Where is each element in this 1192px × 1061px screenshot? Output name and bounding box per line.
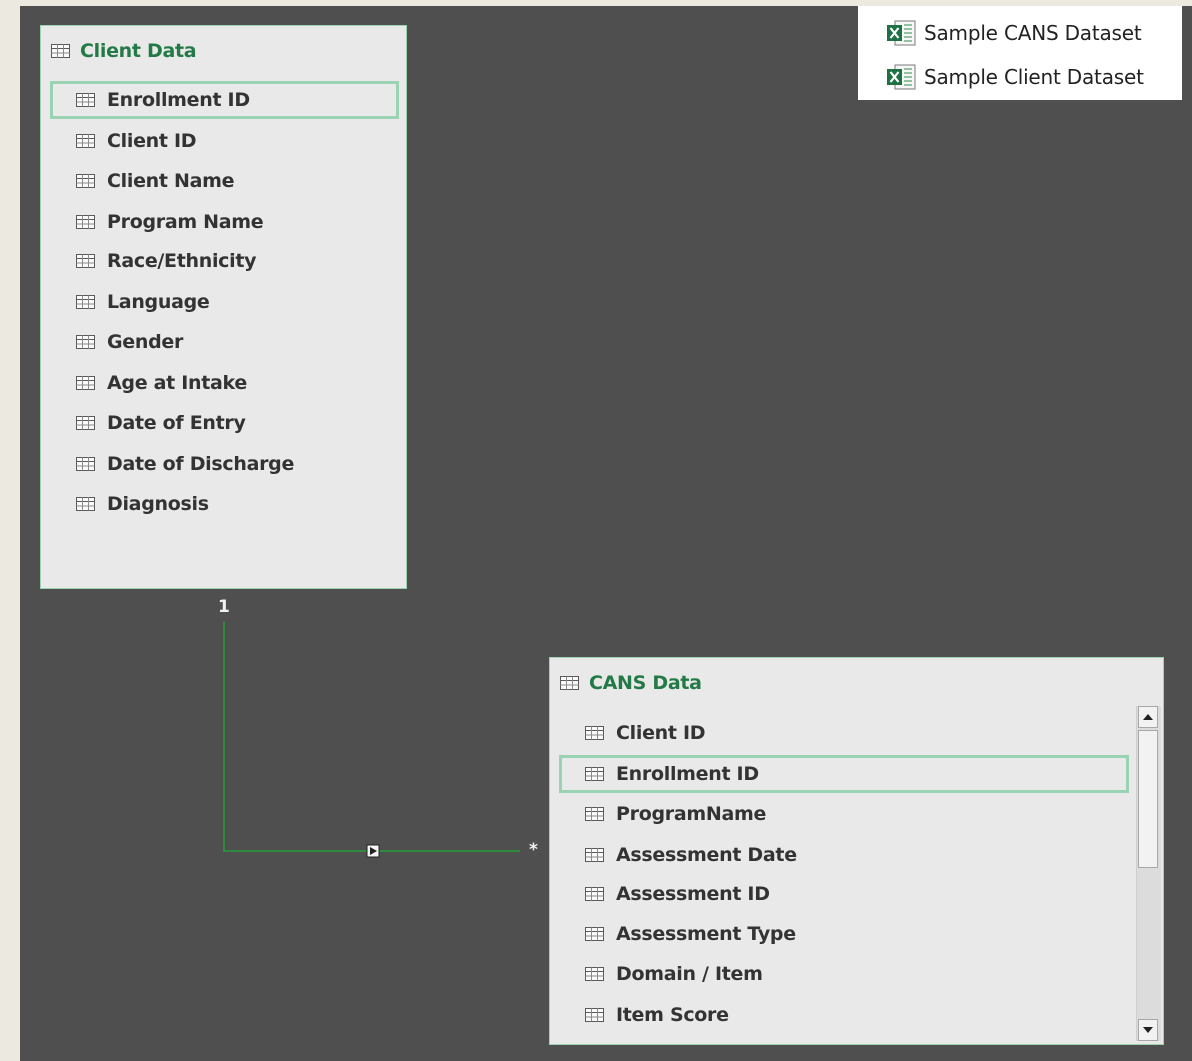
field-label: Domain / Item [616, 963, 763, 985]
field-label: Client ID [107, 130, 197, 152]
column-grid-icon [76, 416, 95, 430]
column-grid-icon [585, 887, 604, 901]
field-assessment-type[interactable]: Assessment Type [559, 916, 1129, 952]
column-grid-icon [585, 848, 604, 862]
field-label: ProgramName [616, 803, 767, 825]
field-label: Race/Ethnicity [107, 250, 257, 272]
field-race-ethnicity[interactable]: Race/Ethnicity [50, 243, 399, 279]
arrow-down-icon [1143, 1027, 1153, 1033]
field-client-id[interactable]: Client ID [559, 715, 1129, 751]
field-enrollment-id[interactable]: Enrollment ID [559, 755, 1129, 793]
field-label: Date of Discharge [107, 453, 295, 475]
table-grid-icon [560, 676, 579, 690]
field-gender[interactable]: Gender [50, 324, 399, 360]
excel-icon [887, 20, 916, 46]
column-grid-icon [76, 376, 95, 390]
column-grid-icon [585, 927, 604, 941]
client-data-table-title: Client Data [80, 40, 197, 62]
field-label: Assessment ID [616, 883, 770, 905]
field-assessment-date[interactable]: Assessment Date [559, 837, 1129, 873]
column-grid-icon [585, 726, 604, 740]
column-grid-icon [76, 497, 95, 511]
column-grid-icon [76, 335, 95, 349]
field-client-name[interactable]: Client Name [50, 163, 399, 199]
legend-item-client-dataset[interactable]: Sample Client Dataset [886, 62, 1144, 92]
legend-label: Sample Client Dataset [924, 65, 1144, 89]
field-label: Client Name [107, 170, 235, 192]
field-label: Item Score [616, 1004, 729, 1026]
field-label: Enrollment ID [107, 89, 250, 111]
field-domain-item[interactable]: Domain / Item [559, 956, 1129, 992]
vertical-scrollbar[interactable] [1136, 706, 1161, 1041]
column-grid-icon [585, 767, 604, 781]
column-grid-icon [76, 295, 95, 309]
field-client-id[interactable]: Client ID [50, 123, 399, 159]
column-grid-icon [76, 93, 95, 107]
field-label: Assessment Type [616, 923, 796, 945]
field-label: Client ID [616, 722, 706, 744]
relationship-one-label: 1 [218, 597, 230, 617]
column-grid-icon [76, 134, 95, 148]
client-data-table-header[interactable]: Client Data [51, 36, 197, 66]
client-data-table[interactable]: Client Data Enrollment ID Client ID Clie… [40, 25, 407, 589]
cans-data-table-header[interactable]: CANS Data [560, 668, 702, 698]
field-diagnosis[interactable]: Diagnosis [50, 486, 399, 522]
table-grid-icon [51, 44, 70, 58]
field-label: Date of Entry [107, 412, 246, 434]
field-label: Gender [107, 331, 184, 353]
field-label: Age at Intake [107, 372, 247, 394]
field-program-name[interactable]: Program Name [50, 204, 399, 240]
field-date-of-discharge[interactable]: Date of Discharge [50, 446, 399, 482]
field-label: Language [107, 291, 210, 313]
field-item-score[interactable]: Item Score [559, 997, 1129, 1033]
column-grid-icon [585, 967, 604, 981]
relationship-many-label: * [529, 840, 538, 860]
column-grid-icon [76, 254, 95, 268]
arrow-up-icon [1143, 714, 1153, 720]
data-source-legend: Sample CANS Dataset Sample Client Datase… [858, 6, 1182, 100]
cans-data-table-title: CANS Data [589, 672, 702, 694]
field-program-name[interactable]: ProgramName [559, 796, 1129, 832]
column-grid-icon [76, 174, 95, 188]
excel-icon [887, 64, 916, 90]
field-label: Enrollment ID [616, 763, 759, 785]
legend-label: Sample CANS Dataset [924, 21, 1142, 45]
field-label: Program Name [107, 211, 264, 233]
field-label: Assessment Date [616, 844, 797, 866]
column-grid-icon [585, 1008, 604, 1022]
legend-item-cans-dataset[interactable]: Sample CANS Dataset [886, 18, 1142, 48]
field-language[interactable]: Language [50, 284, 399, 320]
scroll-down-button[interactable] [1138, 1019, 1158, 1041]
field-label: Diagnosis [107, 493, 209, 515]
field-enrollment-id[interactable]: Enrollment ID [50, 81, 399, 119]
column-grid-icon [585, 807, 604, 821]
cans-data-table[interactable]: CANS Data Client ID Enrollment ID Progra… [549, 657, 1164, 1045]
scroll-thumb[interactable] [1138, 730, 1158, 868]
field-assessment-id[interactable]: Assessment ID [559, 876, 1129, 912]
column-grid-icon [76, 215, 95, 229]
field-age-at-intake[interactable]: Age at Intake [50, 365, 399, 401]
scroll-up-button[interactable] [1138, 706, 1158, 728]
field-date-of-entry[interactable]: Date of Entry [50, 405, 399, 441]
column-grid-icon [76, 457, 95, 471]
